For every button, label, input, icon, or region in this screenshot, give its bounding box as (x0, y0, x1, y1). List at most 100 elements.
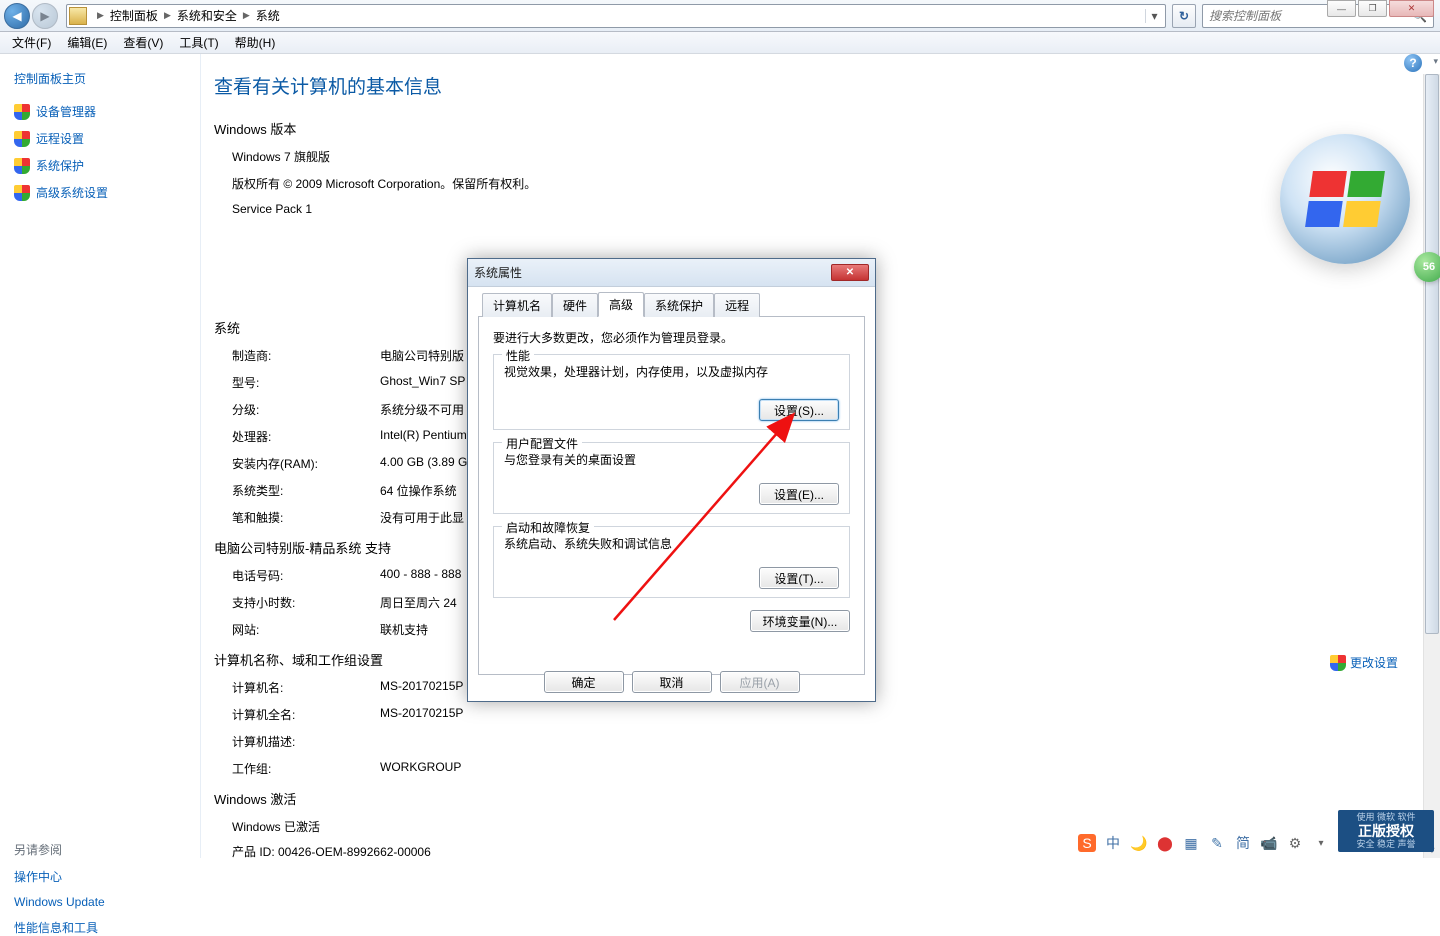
value-processor: Intel(R) Pentium (380, 428, 467, 445)
menu-edit[interactable]: 编辑(E) (61, 32, 113, 53)
sidebar-item-label: 系统保护 (36, 157, 84, 174)
fieldset-performance: 性能 视觉效果，处理器计划，内存使用，以及虚拟内存 设置(S)... (493, 354, 850, 430)
menu-view[interactable]: 查看(V) (117, 32, 169, 53)
watermark-line1: 使用 微软 软件 (1356, 812, 1415, 823)
ime-gear-icon[interactable]: ⚙ (1286, 834, 1304, 852)
vertical-scrollbar[interactable]: ▲ ▼ (1423, 74, 1440, 858)
sidebar: 控制面板主页 设备管理器 远程设置 系统保护 高级系统设置 另请参阅 操作中心 … (0, 54, 200, 858)
maximize-button[interactable]: ❐ (1358, 0, 1387, 17)
sidebar-item-advanced-settings[interactable]: 高级系统设置 (14, 184, 186, 201)
profile-description: 与您登录有关的桌面设置 (504, 451, 839, 468)
back-button[interactable]: ◀ (4, 3, 30, 29)
fieldset-user-profiles: 用户配置文件 与您登录有关的桌面设置 设置(E)... (493, 442, 850, 514)
ime-dropdown-icon[interactable]: ▾ (1312, 834, 1330, 852)
label-system-type: 系统类型: (232, 482, 380, 499)
perf-settings-button[interactable]: 设置(S)... (759, 399, 839, 421)
label-phone: 电话号码: (232, 567, 380, 584)
label-computer-name: 计算机名: (232, 679, 380, 696)
value-pen-touch: 没有可用于此显 (380, 509, 464, 526)
dialog-footer: 确定 取消 应用(A) (468, 671, 875, 693)
breadcrumb-dropdown[interactable]: ▾ (1145, 9, 1163, 23)
value-model: Ghost_Win7 SP (380, 374, 465, 391)
label-processor: 处理器: (232, 428, 380, 445)
see-also-action-center[interactable]: 操作中心 (14, 868, 186, 885)
change-settings-link[interactable]: 更改设置 (1330, 654, 1398, 671)
value-rating[interactable]: 系统分级不可用 (380, 401, 464, 418)
ime-moon-icon[interactable]: 🌙 (1130, 834, 1148, 852)
see-also-performance[interactable]: 性能信息和工具 (14, 919, 186, 936)
value-website[interactable]: 联机支持 (380, 621, 428, 638)
apply-button[interactable]: 应用(A) (720, 671, 800, 693)
minimize-button[interactable]: — (1327, 0, 1356, 17)
chevron-right-icon: ▶ (97, 10, 104, 21)
control-panel-home-link[interactable]: 控制面板主页 (14, 70, 186, 87)
chevron-down-icon[interactable]: ▾ (1433, 56, 1438, 67)
sidebar-item-device-manager[interactable]: 设备管理器 (14, 103, 186, 120)
watermark-line3: 安全 稳定 声誉 (1356, 839, 1415, 850)
shield-icon (14, 158, 30, 174)
notification-badge[interactable]: 56 (1414, 252, 1440, 282)
menu-file[interactable]: 文件(F) (6, 32, 57, 53)
ime-dot-icon[interactable]: ⬤ (1156, 834, 1174, 852)
help-button[interactable]: ? (1404, 54, 1422, 72)
sidebar-item-system-protection[interactable]: 系统保护 (14, 157, 186, 174)
ok-button[interactable]: 确定 (544, 671, 624, 693)
menu-help[interactable]: 帮助(H) (229, 32, 282, 53)
ime-toolbar[interactable]: S 中 🌙 ⬤ ▦ ✎ 简 📹 ⚙ ▾ (1078, 834, 1330, 852)
ime-keyboard-icon[interactable]: ▦ (1182, 834, 1200, 852)
ime-item[interactable]: 简 (1234, 834, 1252, 852)
ime-logo-icon[interactable]: S (1078, 834, 1096, 852)
chevron-right-icon: ▶ (164, 10, 171, 21)
label-website: 网站: (232, 621, 380, 638)
ime-camera-icon[interactable]: 📹 (1260, 834, 1278, 852)
perf-description: 视觉效果，处理器计划，内存使用，以及虚拟内存 (504, 363, 839, 380)
breadcrumb-item[interactable]: 系统和安全 (177, 7, 237, 24)
fieldset-startup-recovery: 启动和故障恢复 系统启动、系统失败和调试信息 设置(T)... (493, 526, 850, 598)
breadcrumb[interactable]: ▶ 控制面板 ▶ 系统和安全 ▶ 系统 ▾ (66, 4, 1166, 28)
startup-settings-button[interactable]: 设置(T)... (759, 567, 839, 589)
label-full-name: 计算机全名: (232, 706, 380, 723)
see-also-windows-update[interactable]: Windows Update (14, 895, 186, 909)
genuine-watermark: 使用 微软 软件 正版授权 安全 稳定 声誉 (1338, 810, 1434, 852)
legend-user-profiles: 用户配置文件 (502, 435, 582, 452)
tab-system-protection[interactable]: 系统保护 (644, 293, 714, 317)
window-controls: — ❐ ✕ (1327, 0, 1434, 17)
label-ram: 安装内存(RAM): (232, 455, 380, 472)
ime-pencil-icon[interactable]: ✎ (1208, 834, 1226, 852)
computer-icon (69, 7, 87, 25)
breadcrumb-item[interactable]: 控制面板 (110, 7, 158, 24)
environment-variables-button[interactable]: 环境变量(N)... (750, 610, 850, 632)
dialog-body: 计算机名 硬件 高级 系统保护 远程 要进行大多数更改，您必须作为管理员登录。 … (468, 287, 875, 683)
sidebar-item-remote-settings[interactable]: 远程设置 (14, 130, 186, 147)
value-manufacturer: 电脑公司特别版 (380, 347, 464, 364)
breadcrumb-item[interactable]: 系统 (256, 7, 280, 24)
profile-settings-button[interactable]: 设置(E)... (759, 483, 839, 505)
ime-item[interactable]: 中 (1104, 834, 1122, 852)
system-properties-dialog: 系统属性 ✕ 计算机名 硬件 高级 系统保护 远程 要进行大多数更改，您必须作为… (467, 258, 876, 702)
sidebar-item-label: 高级系统设置 (36, 184, 108, 201)
shield-icon (14, 131, 30, 147)
refresh-button[interactable]: ↻ (1172, 4, 1196, 28)
menu-bar: 文件(F) 编辑(E) 查看(V) 工具(T) 帮助(H) (0, 32, 1440, 54)
value-hours: 周日至周六 24 (380, 594, 457, 611)
tab-hardware[interactable]: 硬件 (552, 293, 598, 317)
dialog-titlebar[interactable]: 系统属性 ✕ (468, 259, 875, 287)
label-description: 计算机描述: (232, 733, 380, 750)
value-workgroup: WORKGROUP (380, 760, 461, 777)
dialog-close-button[interactable]: ✕ (831, 264, 869, 281)
cancel-button[interactable]: 取消 (632, 671, 712, 693)
value-full-name: MS-20170215P (380, 706, 463, 723)
legend-performance: 性能 (502, 347, 534, 364)
page-title: 查看有关计算机的基本信息 (214, 72, 1420, 99)
forward-button[interactable]: ▶ (32, 3, 58, 29)
tab-computer-name[interactable]: 计算机名 (482, 293, 552, 317)
close-button[interactable]: ✕ (1389, 0, 1434, 17)
menu-tools[interactable]: 工具(T) (173, 32, 224, 53)
watermark-line2: 正版授权 (1358, 823, 1414, 840)
scroll-thumb[interactable] (1425, 74, 1439, 634)
tab-advanced[interactable]: 高级 (598, 292, 644, 317)
label-workgroup: 工作组: (232, 760, 380, 777)
tab-remote[interactable]: 远程 (714, 293, 760, 317)
label-pen-touch: 笔和触摸: (232, 509, 380, 526)
sidebar-item-label: 远程设置 (36, 130, 84, 147)
